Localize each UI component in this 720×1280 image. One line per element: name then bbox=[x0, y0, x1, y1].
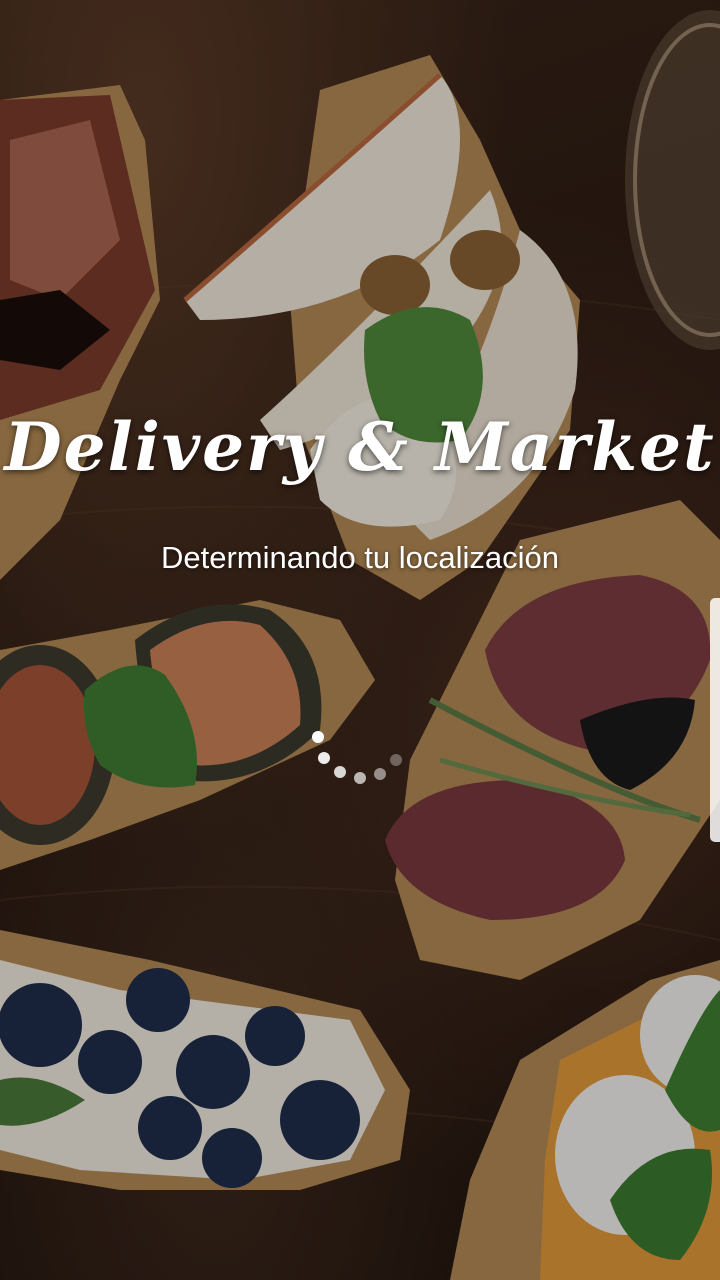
side-scroll-handle[interactable] bbox=[710, 598, 720, 842]
location-status-text: Determinando tu localización bbox=[160, 540, 560, 575]
dark-overlay bbox=[0, 0, 720, 1280]
splash-screen: Delivery & Market Determinando tu locali… bbox=[0, 0, 720, 1280]
app-title: Delivery & Market bbox=[4, 408, 716, 486]
loading-spinner-icon bbox=[312, 731, 402, 784]
